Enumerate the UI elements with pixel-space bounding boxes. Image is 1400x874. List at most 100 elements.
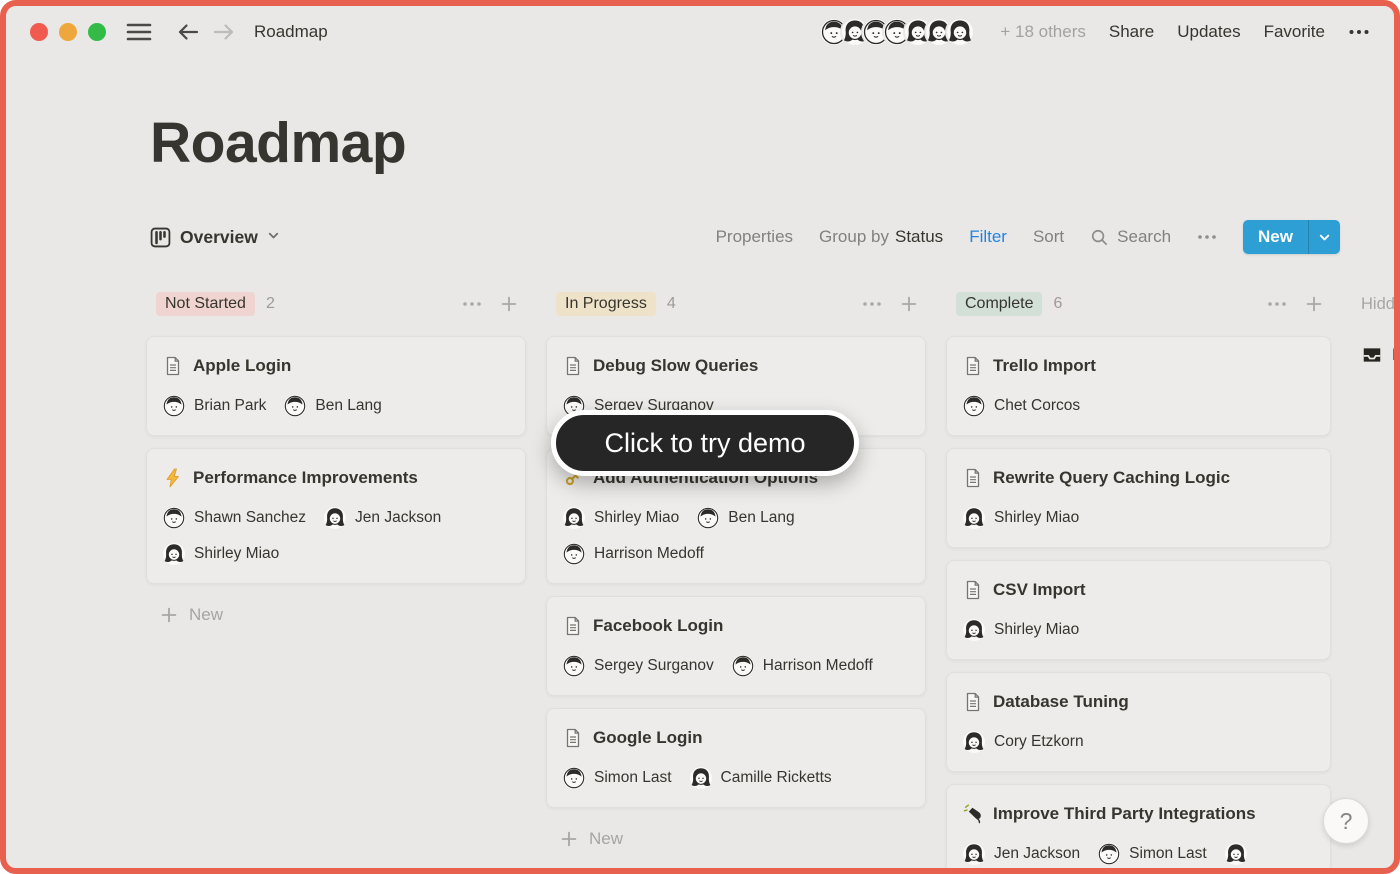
tray-icon <box>1361 344 1383 366</box>
view-toolbar: Overview Properties Group by Status Filt… <box>150 216 1340 258</box>
breadcrumb[interactable]: Roadmap <box>254 22 328 42</box>
card-title: Apple Login <box>193 353 291 379</box>
avatar <box>690 767 712 789</box>
assignee: Jen Jackson <box>324 505 441 531</box>
topbar-right: + 18 others Share Updates Favorite <box>821 19 1370 45</box>
new-button[interactable]: New <box>1243 220 1340 254</box>
assignee: Simon Last <box>563 765 672 791</box>
status-badge[interactable]: Not Started <box>156 292 255 316</box>
card-assignees: Shawn Sanchez Jen Jackson Shirley Miao <box>163 505 509 567</box>
column-cards: Debug Slow QueriesSergey SurganovAdd Aut… <box>546 336 926 808</box>
back-arrow-icon[interactable] <box>176 22 200 42</box>
help-button[interactable]: ? <box>1323 798 1369 844</box>
column-cards: Trello ImportChet Corcos Rewrite Query Ca… <box>946 336 1331 874</box>
assignee: Shirley Miao <box>163 541 279 567</box>
doc-icon <box>963 468 983 488</box>
column-count: 2 <box>266 295 275 313</box>
column-more-icon[interactable] <box>1265 299 1289 309</box>
assignee: Chet Corcos <box>963 393 1080 419</box>
avatar <box>963 507 985 529</box>
avatar <box>697 507 719 529</box>
assignee: Ben Lang <box>697 505 794 531</box>
assignee: Simon Last <box>1098 841 1207 867</box>
add-card-button[interactable]: New <box>546 828 926 850</box>
properties-button[interactable]: Properties <box>716 227 793 247</box>
card-assignees: Shirley Miao Ben Lang Harrison Medoff <box>563 505 909 567</box>
zoom-window-icon[interactable] <box>88 23 106 41</box>
avatar <box>732 655 754 677</box>
card-title-row: Debug Slow Queries <box>563 353 909 379</box>
plus-icon <box>558 828 580 850</box>
filter-button[interactable]: Filter <box>969 227 1007 247</box>
column-add-icon[interactable] <box>898 293 920 315</box>
status-badge[interactable]: In Progress <box>556 292 656 316</box>
card[interactable]: Apple LoginBrian ParkBen Lang <box>146 336 526 436</box>
hidden-status-item[interactable]: N <box>1351 344 1400 366</box>
card-assignees: Shirley Miao <box>963 617 1314 643</box>
assignee: Harrison Medoff <box>732 653 873 679</box>
group-by-value: Status <box>895 227 943 247</box>
group-by-prefix: Group by <box>819 227 889 247</box>
card[interactable]: Improve Third Party IntegrationsJen Jack… <box>946 784 1331 874</box>
favorite-button[interactable]: Favorite <box>1264 22 1325 42</box>
add-card-button[interactable]: New <box>146 604 526 626</box>
toolbar-more-icon[interactable] <box>1197 234 1217 240</box>
card[interactable]: Facebook LoginSergey SurganovHarrison Me… <box>546 596 926 696</box>
card[interactable]: Database TuningCory Etzkorn <box>946 672 1331 772</box>
hidden-columns-label[interactable]: Hidd <box>1361 295 1395 314</box>
view-switcher[interactable]: Overview <box>150 227 280 248</box>
avatar <box>163 395 185 417</box>
add-card-label: New <box>589 829 623 849</box>
card[interactable]: Performance Improvements Shawn Sanchez Jen… <box>146 448 526 584</box>
add-card-label: New <box>189 605 223 625</box>
assignee-name: Cory Etzkorn <box>994 733 1084 751</box>
close-window-icon[interactable] <box>30 23 48 41</box>
doc-icon <box>963 580 983 600</box>
assignee: Shawn Sanchez <box>163 505 306 531</box>
updates-button[interactable]: Updates <box>1177 22 1240 42</box>
share-button[interactable]: Share <box>1109 22 1154 42</box>
assignee-name: Harrison Medoff <box>594 545 704 563</box>
assignee-name: Shawn Sanchez <box>194 509 306 527</box>
column-add-icon[interactable] <box>498 293 520 315</box>
card[interactable]: CSV ImportShirley Miao <box>946 560 1331 660</box>
assignee: Sergey Surganov <box>563 653 714 679</box>
hidden-column-header: Hidd <box>1351 290 1400 318</box>
nav-arrows <box>176 22 236 42</box>
column-more-icon[interactable] <box>860 299 884 309</box>
member-avatars[interactable] <box>821 19 973 45</box>
card-title: Rewrite Query Caching Logic <box>993 465 1230 491</box>
card-assignees: Jen JacksonSimon Last <box>963 841 1314 867</box>
doc-icon <box>163 356 183 376</box>
assignee <box>1225 841 1256 867</box>
avatar <box>563 507 585 529</box>
assignee: Cory Etzkorn <box>963 729 1084 755</box>
card-title-row: Apple Login <box>163 353 509 379</box>
minimize-window-icon[interactable] <box>59 23 77 41</box>
column-more-icon[interactable] <box>460 299 484 309</box>
group-by-button[interactable]: Group by Status <box>819 227 943 247</box>
try-demo-button[interactable]: Click to try demo <box>551 410 859 476</box>
assignee: Shirley Miao <box>563 505 679 531</box>
more-options-icon[interactable] <box>1348 29 1370 35</box>
menu-icon[interactable] <box>126 22 152 42</box>
others-count[interactable]: + 18 others <box>1000 22 1086 42</box>
card-title-row: Performance Improvements <box>163 465 509 491</box>
card-assignees: Shirley Miao <box>963 505 1314 531</box>
avatar <box>563 655 585 677</box>
board-view-icon <box>150 227 171 248</box>
assignee-name: Shirley Miao <box>994 621 1079 639</box>
avatar <box>563 767 585 789</box>
sort-button[interactable]: Sort <box>1033 227 1064 247</box>
forward-arrow-icon[interactable] <box>212 22 236 42</box>
column-add-icon[interactable] <box>1303 293 1325 315</box>
board-column-in-progress: In Progress4Debug Slow QueriesSergey Sur… <box>546 290 926 850</box>
card[interactable]: Trello ImportChet Corcos <box>946 336 1331 436</box>
app-window: Roadmap + 18 others Share Updates Favori… <box>0 0 1400 874</box>
search-button[interactable]: Search <box>1090 227 1171 247</box>
card-title-row: Google Login <box>563 725 909 751</box>
new-button-chevron-icon[interactable] <box>1309 220 1340 254</box>
card[interactable]: Rewrite Query Caching Logic Shirley Miao <box>946 448 1331 548</box>
card[interactable]: Google LoginSimon LastCamille Ricketts <box>546 708 926 808</box>
status-badge[interactable]: Complete <box>956 292 1042 316</box>
